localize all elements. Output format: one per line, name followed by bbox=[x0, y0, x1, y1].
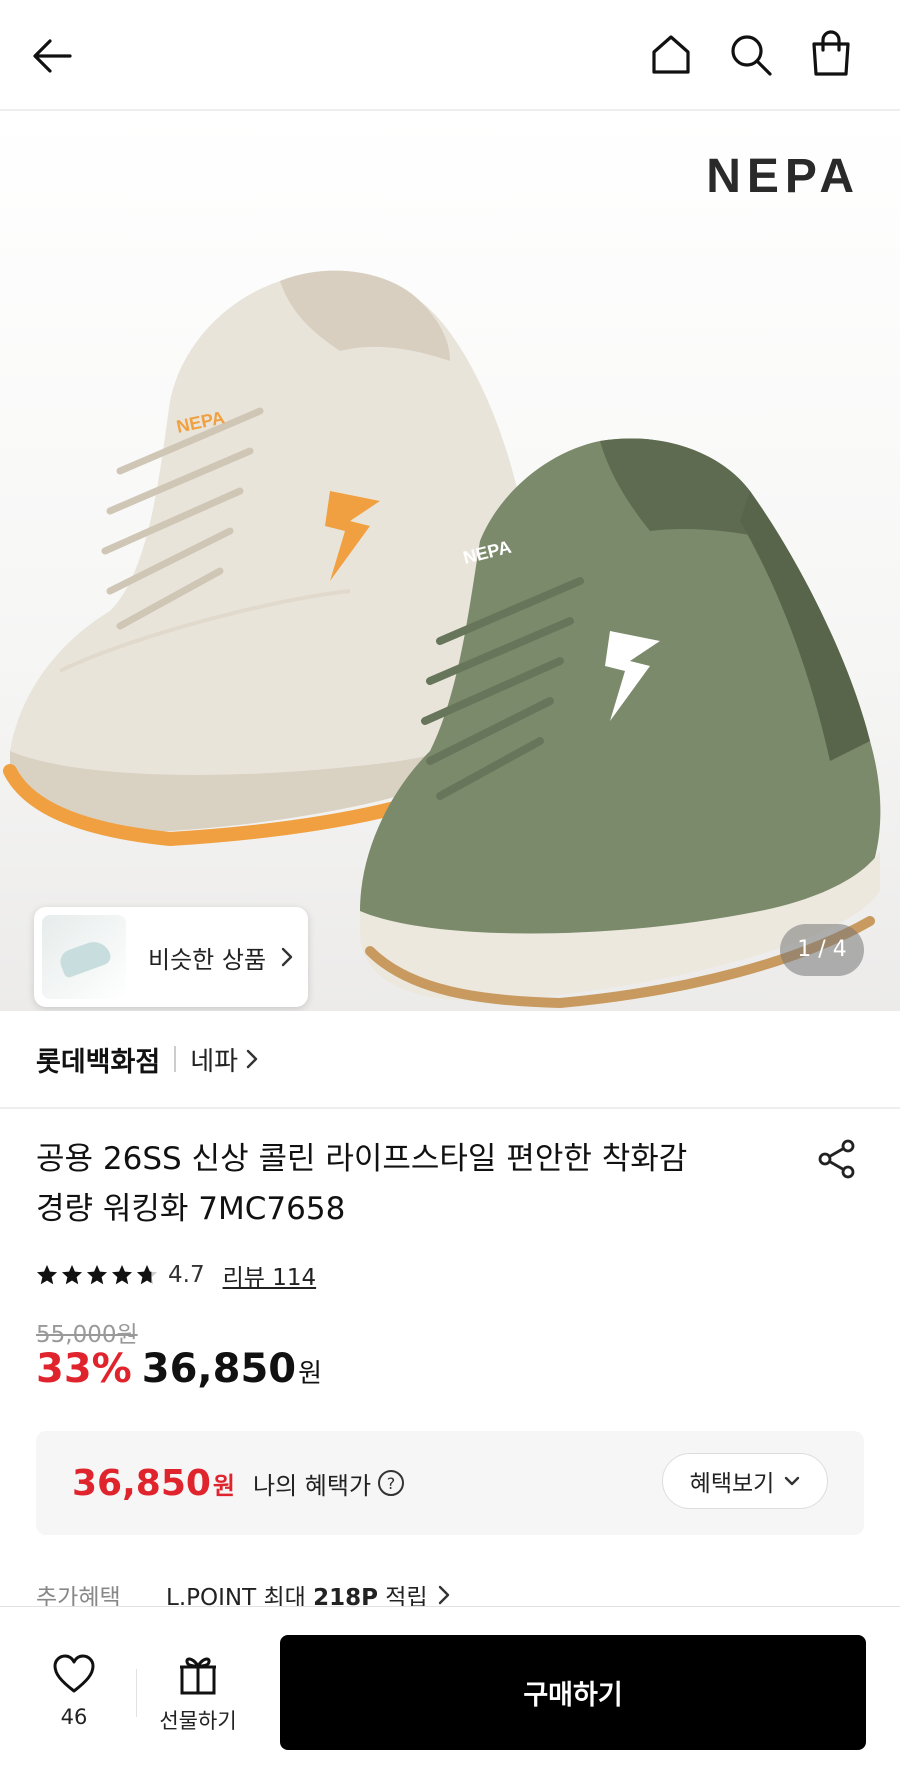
chevron-right-icon bbox=[246, 1049, 258, 1069]
benefit-price: 36,850 bbox=[72, 1462, 211, 1504]
question-circle-icon[interactable]: ? bbox=[377, 1469, 405, 1497]
star-icon bbox=[137, 1265, 157, 1285]
brand-logo: NEPA bbox=[706, 150, 860, 203]
benefit-price-box: 36,850 원 나의 혜택가 ? 혜택보기 bbox=[36, 1431, 864, 1535]
sale-price: 36,850 bbox=[141, 1346, 297, 1392]
heart-icon bbox=[53, 1654, 95, 1693]
shopping-bag-icon[interactable] bbox=[808, 30, 854, 78]
share-icon[interactable] bbox=[816, 1138, 858, 1180]
divider bbox=[136, 1669, 137, 1717]
reviews-link[interactable]: 리뷰 114 bbox=[223, 1258, 317, 1292]
currency-unit: 원 bbox=[298, 1359, 323, 1389]
chevron-right-icon bbox=[438, 1585, 449, 1605]
wishlist-button[interactable]: 46 bbox=[44, 1653, 104, 1729]
gift-button[interactable]: 선물하기 bbox=[154, 1653, 242, 1735]
wishlist-count: 46 bbox=[60, 1705, 88, 1729]
gift-icon bbox=[180, 1657, 216, 1695]
arrow-left-icon[interactable] bbox=[30, 34, 74, 78]
image-pager-indicator: 1 / 4 bbox=[780, 924, 864, 976]
brand-link[interactable]: 네파 bbox=[190, 1041, 238, 1078]
similar-product-thumbnail bbox=[42, 915, 126, 999]
product-title-line1: 공용 26SS 신상 콜린 라이프스타일 편안한 착화감 bbox=[36, 1141, 688, 1177]
home-icon[interactable] bbox=[648, 32, 694, 78]
star-icon bbox=[62, 1265, 82, 1285]
shoe-olive-image: NEPA bbox=[360, 438, 881, 1009]
price-row: 33% 36,850 원 bbox=[36, 1346, 322, 1392]
benefit-label: 나의 혜택가 bbox=[253, 1471, 372, 1500]
svg-text:?: ? bbox=[387, 1474, 396, 1493]
star-rating bbox=[36, 1264, 158, 1286]
buy-button[interactable]: 구매하기 bbox=[280, 1635, 866, 1750]
similar-products-label: 비슷한 상품 bbox=[148, 945, 267, 974]
similar-products-button[interactable]: 비슷한 상품 bbox=[34, 907, 308, 1007]
rating-row: 4.7 리뷰 114 bbox=[36, 1257, 316, 1293]
divider bbox=[174, 1046, 177, 1072]
discount-rate: 33% bbox=[36, 1346, 132, 1392]
rating-score: 4.7 bbox=[168, 1262, 205, 1288]
star-icon bbox=[37, 1265, 57, 1285]
view-benefits-button[interactable]: 혜택보기 bbox=[662, 1453, 828, 1509]
benefit-currency: 원 bbox=[212, 1471, 236, 1500]
bottom-action-bar: 46 선물하기 구매하기 bbox=[0, 1606, 900, 1775]
product-image-carousel[interactable]: NEPA NEPA NEPA 비슷한 상품 1 / 4 bbox=[0, 111, 900, 1011]
chevron-down-icon bbox=[785, 1476, 800, 1486]
gift-label: 선물하기 bbox=[159, 1709, 237, 1733]
product-title-line2: 경량 워킹화 7MC7658 bbox=[36, 1191, 346, 1227]
search-icon[interactable] bbox=[728, 32, 774, 78]
original-price: 55,000원 bbox=[36, 1322, 138, 1348]
chevron-right-icon bbox=[281, 947, 293, 967]
product-title: 공용 26SS 신상 콜린 라이프스타일 편안한 착화감 경량 워킹화 7MC7… bbox=[36, 1134, 756, 1234]
department-store-name[interactable]: 롯데백화점 bbox=[36, 1040, 160, 1079]
view-benefits-label: 혜택보기 bbox=[689, 1471, 775, 1497]
top-nav-bar bbox=[0, 0, 900, 111]
star-icon bbox=[112, 1265, 132, 1285]
store-row: 롯데백화점 네파 bbox=[0, 1011, 900, 1109]
star-icon bbox=[87, 1265, 107, 1285]
